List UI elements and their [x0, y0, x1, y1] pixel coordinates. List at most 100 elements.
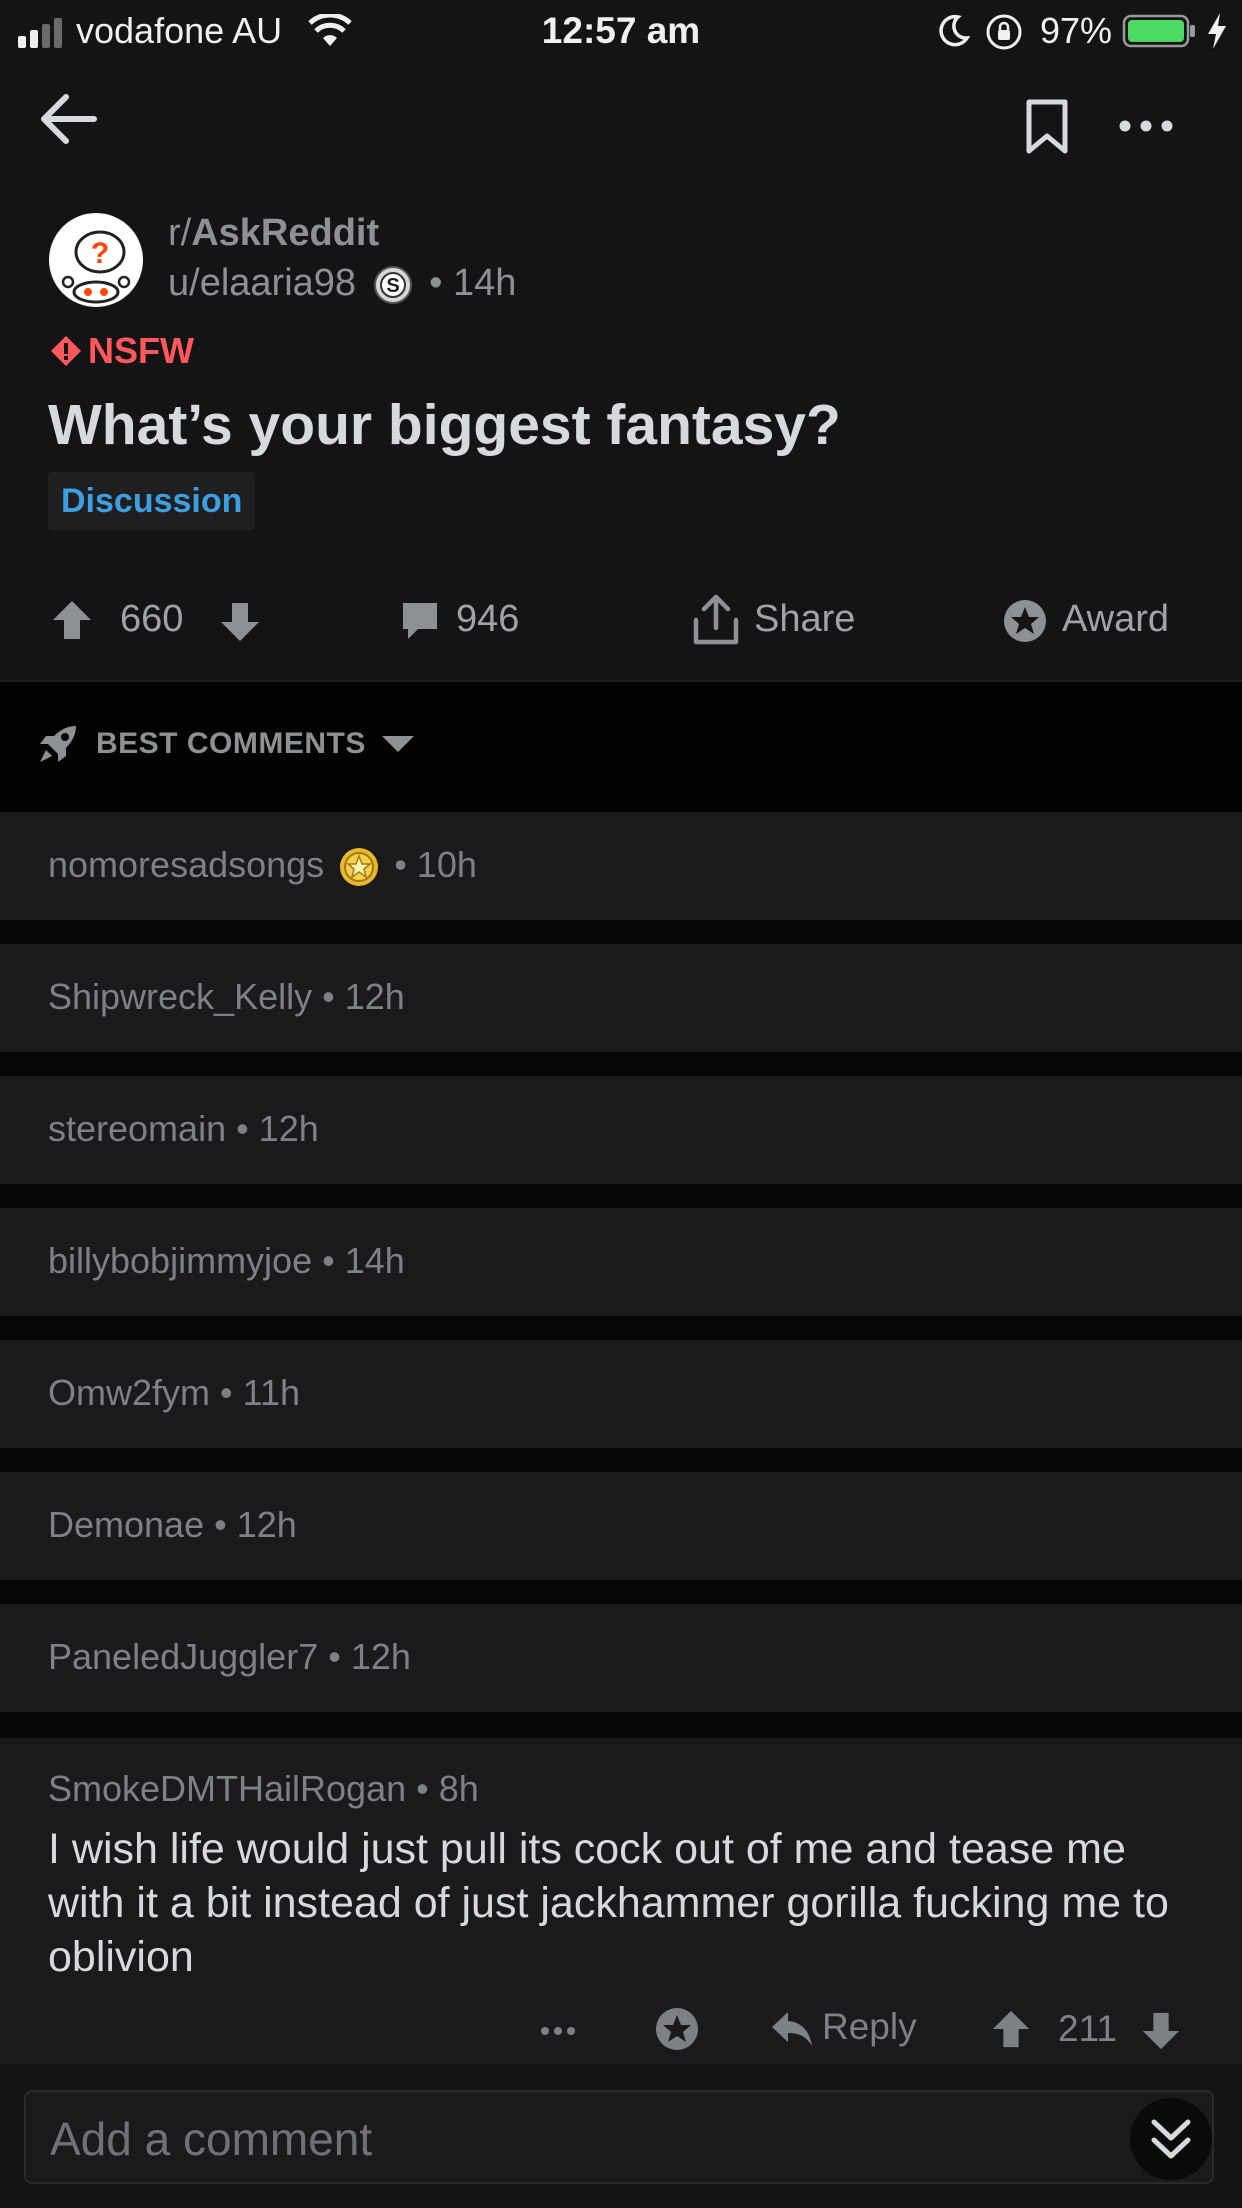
- collapsed-comment[interactable]: Omw2fym • 11h: [0, 1340, 1242, 1448]
- comments-button[interactable]: 946: [400, 598, 540, 646]
- comment-age: • 12h: [328, 1636, 411, 1677]
- divider: [0, 1448, 1242, 1472]
- more-horizontal-icon: [1118, 118, 1174, 134]
- share-label: Share: [754, 598, 856, 640]
- comment-age: • 11h: [220, 1372, 301, 1413]
- comment-age: • 12h: [236, 1108, 319, 1149]
- upvote-button[interactable]: [50, 598, 94, 642]
- expanded-comment: SmokeDMTHailRogan • 8h I wish life would…: [0, 1738, 1242, 2068]
- svg-text:S: S: [386, 275, 399, 297]
- downvote-button[interactable]: [218, 600, 262, 644]
- subreddit-prefix: r/: [168, 212, 192, 254]
- comment-meta: Demonae • 12h: [48, 1504, 297, 1546]
- divider: [0, 1580, 1242, 1604]
- collapsed-comment[interactable]: Demonae • 12h: [0, 1472, 1242, 1580]
- battery-icon: [1122, 14, 1198, 48]
- divider: [0, 1184, 1242, 1208]
- comment-author[interactable]: billybobjimmyjoe: [48, 1240, 312, 1281]
- comment-meta: SmokeDMTHailRogan • 8h: [48, 1768, 479, 1810]
- sort-label: BEST COMMENTS: [96, 727, 366, 760]
- award-icon: [1002, 598, 1048, 644]
- status-bar: vodafone AU 12:57 am 97%: [0, 0, 1242, 62]
- arrow-up-icon: [990, 2008, 1032, 2050]
- arrow-down-icon: [218, 600, 262, 644]
- comment-age: • 8h: [416, 1768, 479, 1809]
- comment-author[interactable]: stereomain: [48, 1108, 226, 1149]
- award-button[interactable]: Award: [1002, 596, 1202, 648]
- more-horizontal-icon: [540, 2026, 576, 2036]
- comment-author[interactable]: PaneledJuggler7: [48, 1636, 318, 1677]
- add-comment-input[interactable]: Add a comment: [24, 2090, 1214, 2184]
- award-label: Award: [1062, 598, 1170, 640]
- collapsed-comment[interactable]: billybobjimmyjoe • 14h: [0, 1208, 1242, 1316]
- rocket-icon: [36, 722, 80, 766]
- star-award-icon: [338, 846, 380, 888]
- comment-age: • 12h: [322, 976, 405, 1017]
- charging-icon: [1206, 12, 1228, 50]
- reply-icon: [770, 2010, 814, 2048]
- subreddit-label: AskReddit: [191, 212, 380, 254]
- divider: [0, 1712, 1242, 1738]
- divider: [0, 1052, 1242, 1076]
- nsfw-tag: NSFW: [50, 330, 194, 372]
- svg-text:?: ?: [91, 237, 109, 270]
- post-author-line: u/elaaria98 S • 14h: [168, 262, 516, 305]
- more-options-button[interactable]: [1118, 118, 1174, 134]
- share-button[interactable]: Share: [692, 590, 872, 650]
- collapsed-comment[interactable]: nomoresadsongs • 10h: [0, 812, 1242, 920]
- comment-meta: stereomain • 12h: [48, 1108, 319, 1150]
- comment-count: 946: [456, 598, 520, 640]
- chevron-down-icon: [380, 734, 416, 754]
- comment-downvote-button[interactable]: [1140, 2010, 1182, 2052]
- comment-body: I wish life would just pull its cock out…: [48, 1825, 1169, 1981]
- share-icon: [692, 594, 740, 646]
- comment-upvote-button[interactable]: [990, 2008, 1032, 2050]
- comment-age: • 10h: [394, 844, 477, 885]
- comment-age: • 12h: [214, 1504, 297, 1545]
- double-chevron-down-icon: [1150, 2116, 1192, 2162]
- comment-award-button[interactable]: [654, 2006, 700, 2052]
- moon-icon: [936, 14, 970, 48]
- comment-author[interactable]: Shipwreck_Kelly: [48, 976, 312, 1017]
- nsfw-label: NSFW: [88, 330, 194, 371]
- comment-age: • 14h: [322, 1240, 405, 1281]
- comment-score: 211: [1058, 2008, 1117, 2049]
- arrow-up-icon: [50, 598, 94, 642]
- back-button[interactable]: [38, 92, 100, 146]
- comment-meta: PaneledJuggler7 • 12h: [48, 1636, 411, 1678]
- comment-author[interactable]: SmokeDMTHailRogan: [48, 1768, 406, 1809]
- collapsed-comment[interactable]: stereomain • 12h: [0, 1076, 1242, 1184]
- battery-percent: 97%: [1040, 10, 1113, 51]
- comment-meta: Omw2fym • 11h: [48, 1372, 300, 1414]
- comment-composer: Add a comment: [0, 2064, 1242, 2208]
- collapsed-comment[interactable]: PaneledJuggler7 • 12h: [0, 1604, 1242, 1712]
- comment-sort-bar[interactable]: BEST COMMENTS: [0, 682, 1242, 812]
- bookmark-icon: [1024, 98, 1070, 156]
- divider: [0, 920, 1242, 944]
- post-author[interactable]: u/elaaria98: [168, 262, 356, 304]
- coin-award-icon: S: [373, 265, 413, 305]
- comment-meta: nomoresadsongs • 10h: [48, 844, 477, 888]
- reply-button[interactable]: Reply: [770, 2006, 920, 2052]
- arrow-down-icon: [1140, 2010, 1182, 2052]
- comment-more-button[interactable]: [540, 2026, 576, 2036]
- post-score: 660: [120, 598, 184, 640]
- rotation-lock-icon: [984, 12, 1024, 52]
- comment-bubble-icon: [400, 600, 440, 642]
- comment-author[interactable]: Omw2fym: [48, 1372, 210, 1413]
- post-title: What’s your biggest fantasy?: [48, 393, 841, 457]
- subreddit-avatar[interactable]: ?: [48, 212, 144, 308]
- reply-label: Reply: [822, 2006, 917, 2047]
- subreddit-name[interactable]: r/AskReddit: [168, 212, 379, 255]
- collapsed-comment[interactable]: Shipwreck_Kelly • 12h: [0, 944, 1242, 1052]
- add-comment-placeholder: Add a comment: [50, 2113, 373, 2165]
- jump-to-next-button[interactable]: [1130, 2098, 1212, 2180]
- warning-icon: [50, 335, 82, 367]
- post-flair[interactable]: Discussion: [48, 472, 256, 530]
- bookmark-button[interactable]: [1024, 98, 1070, 156]
- comment-meta: Shipwreck_Kelly • 12h: [48, 976, 405, 1018]
- comment-meta: billybobjimmyjoe • 14h: [48, 1240, 405, 1282]
- post-age: • 14h: [429, 262, 517, 304]
- comment-author[interactable]: nomoresadsongs: [48, 844, 324, 885]
- comment-author[interactable]: Demonae: [48, 1504, 204, 1545]
